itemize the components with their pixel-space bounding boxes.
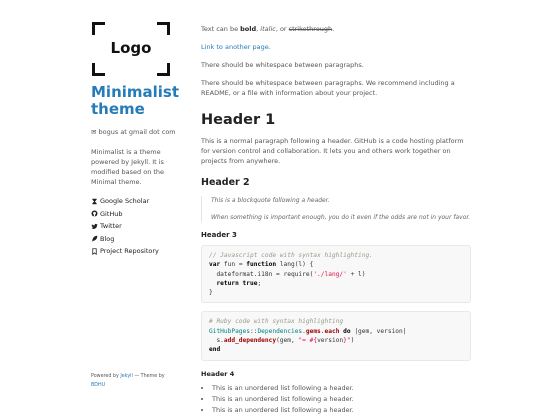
paragraph: There should be whitespace between parag… (201, 79, 455, 97)
nav-link-google-scholar[interactable]: Google Scholar (91, 195, 183, 208)
code-token: ) (350, 337, 355, 345)
theme-author-link[interactable]: BDHU (91, 383, 105, 388)
list-item: This is an unordered list following a he… (212, 394, 471, 405)
site-title[interactable]: Minimalist theme (91, 84, 183, 118)
link-paragraph: Link to another page. (201, 42, 471, 52)
code-token: true (242, 279, 258, 287)
code-token: } (209, 289, 213, 297)
footer-credit: Powered by Jekyll — Theme by BDHU (91, 372, 181, 390)
another-page-link[interactable]: Link to another page (201, 43, 269, 51)
list-item: This is an unordered list following a he… (212, 383, 471, 394)
nav-link-github[interactable]: GitHub (91, 208, 183, 221)
sidebar-nav: Google Scholar GitHub Twitter Blog Proje… (91, 195, 183, 258)
nav-link-label: Blog (100, 234, 115, 243)
text-styles-paragraph: Text can be bold, italic, or strikethrou… (201, 24, 471, 34)
code-comment: # Ruby code with syntax highlighting (209, 318, 344, 326)
italic-text: italic (260, 25, 276, 33)
sidebar: Logo Minimalist theme ✉ bogus at gmail d… (91, 22, 183, 258)
github-icon (91, 210, 98, 217)
nav-link-blog[interactable]: Blog (91, 233, 183, 246)
code-string: "= #{ (298, 337, 318, 345)
javascript-code-block: // Javascript code with syntax highlight… (201, 245, 471, 304)
nav-link-label: Twitter (100, 222, 122, 231)
code-token: ; (257, 279, 262, 287)
code-token: do (343, 327, 351, 335)
logo-corner (157, 22, 170, 35)
code-token: add_dependency (223, 337, 277, 345)
code-token: dateformat.i18n = require( (209, 270, 314, 278)
text: , or (275, 25, 289, 33)
paragraph: There should be whitespace between parag… (201, 61, 364, 69)
code-token: (gem, (276, 337, 299, 345)
nav-link-twitter[interactable]: Twitter (91, 220, 183, 233)
bold-text: bold (240, 25, 257, 33)
link-period: . (268, 43, 271, 51)
code-token: lang(l) { (276, 261, 314, 269)
email-address: ✉ bogus at gmail dot com (91, 128, 176, 136)
code-token: version (317, 337, 344, 345)
text: . (332, 25, 335, 33)
code-token: var (209, 261, 221, 269)
code-token: GitHubPages (209, 327, 250, 335)
quote-line: This is a blockquote following a header. (211, 197, 330, 204)
nav-link-label: Google Scholar (100, 197, 150, 206)
logo-text: Logo (110, 39, 152, 57)
code-token: Dependencies (257, 327, 303, 335)
nav-link-project-repository[interactable]: Project Repository (91, 245, 183, 258)
powered-by-text: Powered by (91, 374, 119, 379)
logo[interactable]: Logo (92, 22, 170, 76)
ruby-code-block: # Ruby code with syntax highlighting Git… (201, 311, 471, 361)
list-item: This is an unordered list following a he… (212, 405, 471, 416)
code-token: s. (209, 337, 224, 345)
unordered-list: This is an unordered list following a he… (201, 383, 471, 416)
logo-corner (92, 63, 105, 76)
nav-link-label: Project Repository (100, 247, 159, 256)
code-token: gems (305, 327, 321, 335)
code-token: function (246, 261, 277, 269)
main-content: Text can be bold, italic, or strikethrou… (201, 24, 471, 416)
strikethrough-text: strikethrough (288, 25, 333, 33)
bookmark-icon (92, 248, 97, 255)
feather-icon (91, 235, 98, 242)
nav-link-label: GitHub (100, 209, 123, 218)
header-2: Header 2 (201, 177, 250, 188)
logo-corner (92, 22, 105, 35)
blockquote: This is a blockquote following a header.… (201, 196, 471, 222)
quote-line: When something is important enough, you … (211, 214, 471, 221)
twitter-icon (91, 223, 98, 229)
code-token: + l) (346, 270, 366, 278)
code-token: return (216, 279, 239, 287)
code-token: end (209, 346, 221, 354)
code-token: |gem, version| (350, 327, 407, 335)
logo-corner (157, 63, 170, 76)
code-token: each (324, 327, 340, 335)
text: Text can be (201, 25, 241, 33)
paragraph: This is a normal paragraph following a h… (201, 137, 464, 165)
code-string: }" (343, 337, 351, 345)
jekyll-link[interactable]: Jekyll (120, 374, 132, 379)
code-token: fun = (220, 261, 247, 269)
site-description: Minimalist is a theme powered by Jekyll.… (91, 148, 165, 186)
theme-by-text: — Theme by (132, 374, 165, 379)
hourglass-icon (92, 198, 97, 205)
header-1: Header 1 (201, 112, 276, 128)
header-4: Header 4 (201, 369, 235, 378)
header-3: Header 3 (201, 231, 237, 239)
code-comment: // Javascript code with syntax highlight… (209, 252, 373, 259)
code-string: './lang/' (313, 270, 347, 278)
